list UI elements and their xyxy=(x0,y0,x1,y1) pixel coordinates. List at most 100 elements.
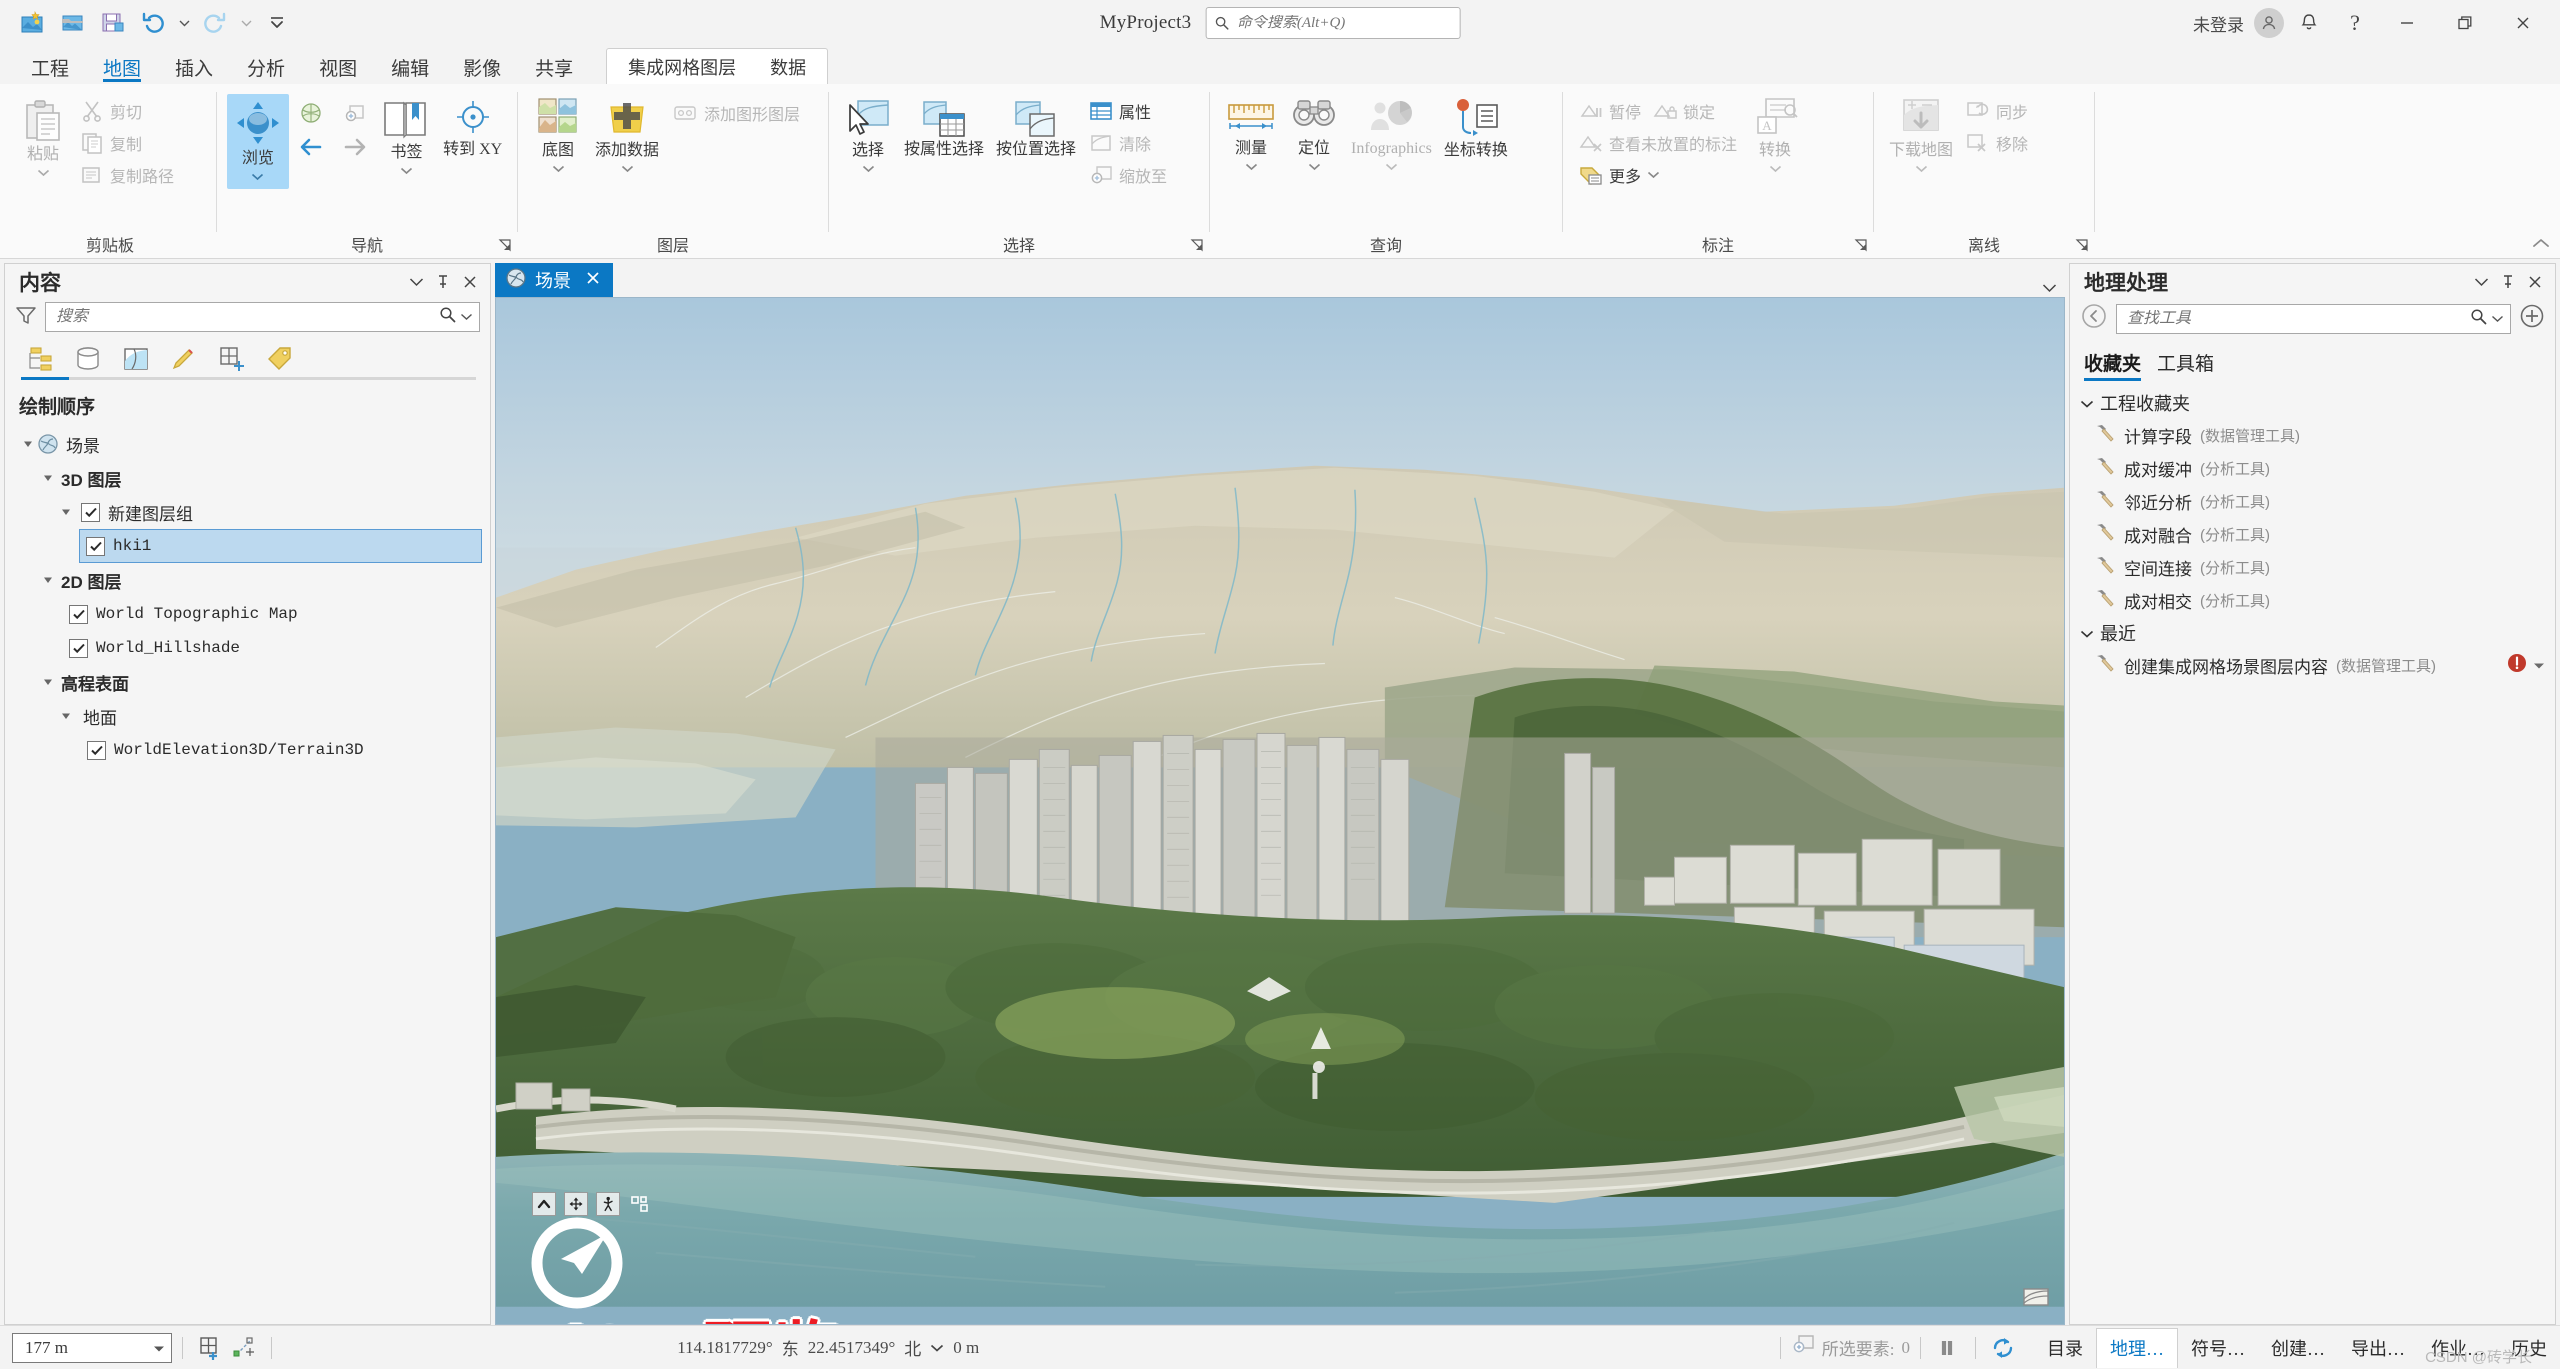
gp-tool-spatial-join[interactable]: 空间连接 (分析工具) xyxy=(2070,551,2555,584)
add-tool-icon[interactable] xyxy=(2519,303,2545,334)
lock-labels-button[interactable]: 锁定 xyxy=(1647,96,1721,126)
map-view-tab-menu-icon[interactable] xyxy=(2042,283,2065,297)
back-arrow-icon[interactable] xyxy=(2080,302,2108,335)
convert-coordinates-button[interactable]: 坐标转换 xyxy=(1439,94,1513,163)
paste-button[interactable]: 粘贴 xyxy=(14,94,72,185)
ribbon-tab-view[interactable]: 视图 xyxy=(302,50,374,84)
zoom-to-selection-button[interactable]: 缩放至 xyxy=(1083,160,1173,190)
toc-checkbox[interactable] xyxy=(81,502,100,522)
notifications-bell-icon[interactable] xyxy=(2288,5,2330,41)
error-icon[interactable] xyxy=(2507,653,2527,678)
ribbon-tab-data[interactable]: 数据 xyxy=(753,50,823,84)
cut-button[interactable]: 剪切 xyxy=(74,96,180,126)
toc-item-ground[interactable]: 地面 xyxy=(5,699,490,733)
collapse-ribbon-button[interactable] xyxy=(2532,236,2550,254)
explore-button[interactable]: 浏览 xyxy=(227,94,289,189)
measure-button[interactable]: 测量 xyxy=(1220,94,1282,179)
list-by-editing-icon[interactable] xyxy=(165,342,203,376)
chevron-down-icon[interactable] xyxy=(1308,158,1321,176)
convert-labels-button[interactable]: A 转换 xyxy=(1745,94,1805,181)
scale-selector[interactable]: 177 m xyxy=(12,1332,172,1363)
attributes-button[interactable]: 属性 xyxy=(1083,96,1173,126)
pause-labeling-button[interactable]: 暂停 xyxy=(1573,96,1647,126)
navigation-dialog-launcher[interactable] xyxy=(497,237,513,253)
list-by-data-source-icon[interactable] xyxy=(69,342,107,376)
expand-twisty-icon[interactable] xyxy=(39,677,57,687)
close-icon[interactable] xyxy=(585,270,601,291)
clear-selection-button[interactable]: 清除 xyxy=(1083,128,1173,158)
remove-offline-button[interactable]: 移除 xyxy=(1960,128,2034,158)
select-by-location-button[interactable]: 按位置选择 xyxy=(991,94,1081,162)
gp-tool-create-integrated-mesh-scene-layer-content[interactable]: 创建集成网格场景图层内容 (数据管理工具) xyxy=(2070,649,2555,682)
customize-qat-icon[interactable] xyxy=(258,5,296,41)
chevron-down-icon[interactable] xyxy=(1385,158,1398,176)
gp-tab-toolboxes[interactable]: 工具箱 xyxy=(2157,349,2214,381)
labeling-dialog-launcher[interactable] xyxy=(1853,237,1869,253)
undo-dropdown-icon[interactable] xyxy=(174,5,194,41)
ribbon-tab-map[interactable]: 地图 xyxy=(86,50,158,84)
map-overview-toggle-icon[interactable] xyxy=(2022,1285,2050,1314)
gp-tool-pairwise-intersect[interactable]: 成对相交 (分析工具) xyxy=(2070,584,2555,617)
ribbon-tab-integrated-mesh-layer[interactable]: 集成网格图层 xyxy=(611,50,753,84)
chevron-down-icon[interactable] xyxy=(1915,160,1928,178)
list-by-selection-icon[interactable] xyxy=(117,342,155,376)
full-control-icon[interactable] xyxy=(628,1193,650,1215)
pause-drawing-icon[interactable] xyxy=(1931,1332,1965,1364)
dock-tab-history[interactable]: 历史 xyxy=(2498,1328,2560,1368)
gp-tool-near[interactable]: 邻近分析 (分析工具) xyxy=(2070,485,2555,518)
dock-tab-export[interactable]: 导出… xyxy=(2338,1328,2418,1368)
search-options-chevron-icon[interactable] xyxy=(2491,310,2504,328)
ribbon-tab-project[interactable]: 工程 xyxy=(14,50,86,84)
command-search-input[interactable] xyxy=(1236,14,1452,32)
chevron-down-icon[interactable] xyxy=(37,164,50,182)
expand-twisty-icon[interactable] xyxy=(19,439,37,449)
toc-item-2d-layers[interactable]: 2D 图层 xyxy=(5,563,490,597)
select-button[interactable]: 选择 xyxy=(839,94,897,181)
ribbon-tab-insert[interactable]: 插入 xyxy=(158,50,230,84)
gp-tab-favorites[interactable]: 收藏夹 xyxy=(2084,349,2142,381)
command-search-box[interactable] xyxy=(1205,7,1461,39)
gp-tool-pairwise-buffer[interactable]: 成对缓冲 (分析工具) xyxy=(2070,452,2555,485)
toc-item-world-topographic-map[interactable]: World Topographic Map xyxy=(5,597,490,631)
expand-twisty-icon[interactable] xyxy=(39,473,57,483)
previous-extent-button[interactable] xyxy=(291,132,331,162)
fixed-zoom-in-button[interactable] xyxy=(335,98,375,128)
dock-tab-catalog[interactable]: 目录 xyxy=(2034,1328,2096,1368)
chevron-down-icon[interactable] xyxy=(1769,160,1782,178)
add-data-button[interactable]: 添加数据 xyxy=(590,94,664,181)
infographics-button[interactable]: Infographics xyxy=(1346,94,1437,179)
avatar[interactable] xyxy=(2254,8,2284,38)
geoprocessing-pin-icon[interactable] xyxy=(2496,270,2520,294)
coordinate-system-chevron-icon[interactable] xyxy=(930,1338,944,1358)
chevron-down-icon[interactable] xyxy=(251,168,264,186)
toc-item-hki1[interactable]: hki1 xyxy=(79,529,482,563)
compass-navigator[interactable] xyxy=(524,1210,630,1316)
search-icon[interactable] xyxy=(2470,308,2487,330)
ribbon-tab-imagery[interactable]: 影像 xyxy=(446,50,518,84)
ribbon-tab-analysis[interactable]: 分析 xyxy=(230,50,302,84)
bookmarks-button[interactable]: 书签 xyxy=(377,94,437,183)
geoprocessing-menu-icon[interactable] xyxy=(2469,270,2493,294)
redo-icon[interactable] xyxy=(196,5,234,41)
add-graphics-layer-button[interactable]: 添加图形图层 xyxy=(666,98,806,128)
copy-button[interactable]: 复制 xyxy=(74,128,180,158)
locate-button[interactable]: 定位 xyxy=(1284,94,1344,179)
contents-menu-icon[interactable] xyxy=(404,270,428,294)
dock-tab-symbology[interactable]: 符号… xyxy=(2178,1328,2258,1368)
go-to-xy-button[interactable]: 转到 XY xyxy=(438,94,507,162)
chevron-down-icon[interactable] xyxy=(2080,623,2094,644)
expand-twisty-icon[interactable] xyxy=(57,711,75,721)
contents-search-input[interactable] xyxy=(56,308,435,326)
dock-tab-geoprocessing[interactable]: 地理… xyxy=(2096,1327,2178,1368)
sync-button[interactable]: 同步 xyxy=(1960,96,2034,126)
geoprocessing-close-icon[interactable] xyxy=(2523,270,2547,294)
toc-item-new-group-layer[interactable]: 新建图层组 xyxy=(5,495,490,529)
gp-group-project-favorites[interactable]: 工程收藏夹 xyxy=(2070,387,2555,419)
toc-item-3d-layers[interactable]: 3D 图层 xyxy=(5,461,490,495)
toc-item-world-hillshade[interactable]: World_Hillshade xyxy=(5,631,490,665)
chevron-down-icon[interactable] xyxy=(621,160,634,178)
toc-checkbox[interactable] xyxy=(69,638,88,658)
list-by-snapping-icon[interactable] xyxy=(213,342,251,376)
gp-tool-calculate-field[interactable]: 计算字段 (数据管理工具) xyxy=(2070,419,2555,452)
find-tools-input[interactable] xyxy=(2127,309,2466,328)
